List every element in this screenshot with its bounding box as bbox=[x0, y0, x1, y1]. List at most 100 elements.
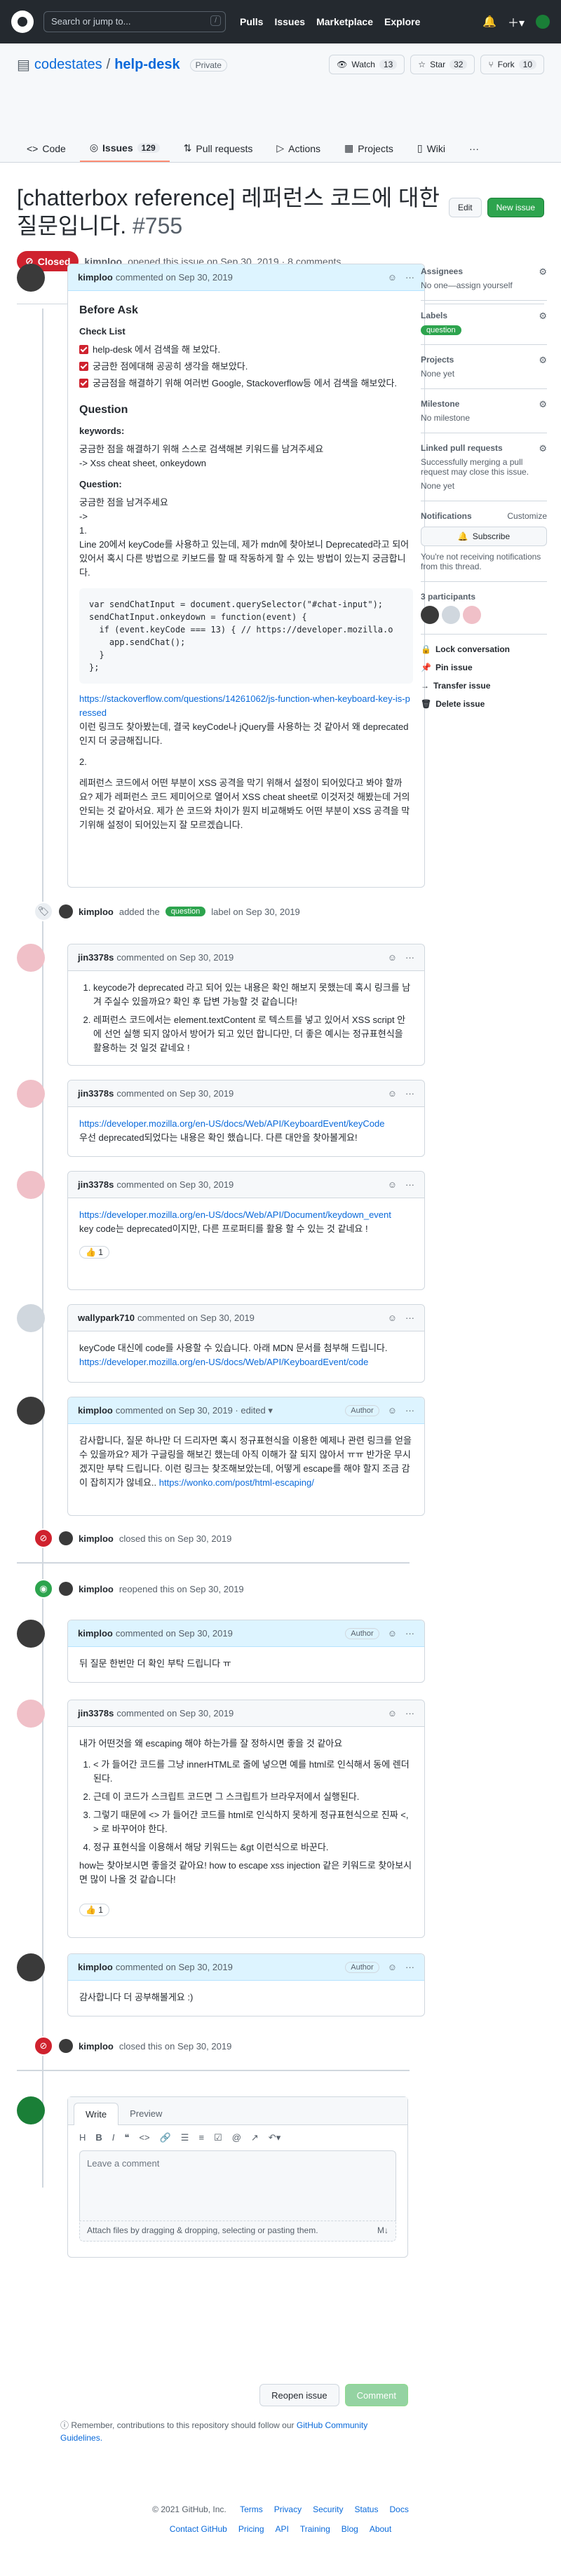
transfer-issue-action[interactable]: → Transfer issue bbox=[421, 681, 547, 691]
kebab-menu-icon[interactable]: ··· bbox=[405, 1405, 414, 1416]
smiley-icon[interactable]: ☺ bbox=[388, 272, 397, 283]
comment-textarea[interactable]: Leave a comment bbox=[79, 2150, 396, 2221]
search-input[interactable]: Search or jump to... / bbox=[43, 11, 226, 32]
checklist-item[interactable]: help-desk 에서 검색을 해 보았다. bbox=[79, 343, 413, 357]
footer-link[interactable]: Security bbox=[313, 2504, 343, 2514]
avatar[interactable] bbox=[17, 1397, 45, 1425]
avatar[interactable] bbox=[17, 1953, 45, 1981]
footer-link[interactable]: API bbox=[276, 2524, 289, 2534]
thumbs-up-reaction[interactable]: 👍 1 bbox=[79, 1904, 109, 1916]
bulleted-list-icon[interactable]: ☰ bbox=[181, 2132, 189, 2143]
participant-avatar[interactable] bbox=[442, 606, 460, 624]
smiley-icon[interactable]: ☺ bbox=[388, 1313, 397, 1323]
participant-avatar[interactable] bbox=[421, 606, 439, 624]
quote-icon[interactable]: ❝ bbox=[124, 2132, 129, 2143]
italic-icon[interactable]: I bbox=[112, 2132, 115, 2143]
avatar[interactable] bbox=[17, 1700, 45, 1728]
kebab-menu-icon[interactable]: ··· bbox=[405, 1313, 414, 1323]
mention-icon[interactable]: @ bbox=[232, 2132, 241, 2143]
footer-link[interactable]: About bbox=[370, 2524, 391, 2534]
task-list-icon[interactable]: ☑ bbox=[214, 2132, 222, 2143]
watch-button[interactable]: 👁 Watch 13 bbox=[329, 55, 405, 74]
subscribe-button[interactable]: 🔔 Subscribe bbox=[421, 527, 547, 546]
kebab-menu-icon[interactable]: ··· bbox=[405, 1179, 414, 1190]
avatar[interactable] bbox=[17, 264, 45, 292]
fork-button[interactable]: ⑂ Fork 10 bbox=[480, 55, 544, 74]
reopen-issue-button[interactable]: Reopen issue bbox=[259, 2384, 339, 2406]
smiley-icon[interactable]: ☺ bbox=[388, 1088, 397, 1099]
more-tabs-button[interactable]: ··· bbox=[459, 135, 489, 162]
kebab-menu-icon[interactable]: ··· bbox=[405, 1962, 414, 1972]
question-label[interactable]: question bbox=[165, 907, 206, 916]
checklist-item[interactable]: 궁금점을 해결하기 위해 여러번 Google, Stackoverflow등 … bbox=[79, 377, 413, 391]
comment-author[interactable]: kimploo bbox=[78, 272, 113, 283]
kebab-menu-icon[interactable]: ··· bbox=[405, 952, 414, 963]
tab-issues[interactable]: ◎ Issues 129 bbox=[79, 135, 170, 162]
mdn-keydown-link[interactable]: https://developer.mozilla.org/en-US/docs… bbox=[79, 1209, 391, 1220]
mdn-keycode-link[interactable]: https://developer.mozilla.org/en-US/docs… bbox=[79, 1118, 385, 1129]
edit-title-button[interactable]: Edit bbox=[448, 198, 482, 217]
tab-projects[interactable]: ▦ Projects bbox=[334, 135, 403, 162]
gear-icon[interactable]: ⚙ bbox=[539, 311, 547, 322]
heading-icon[interactable]: H bbox=[79, 2132, 86, 2143]
code-icon[interactable]: <> bbox=[139, 2132, 149, 2143]
tab-code[interactable]: <> Code bbox=[17, 135, 76, 162]
bell-icon[interactable]: 🔔 bbox=[482, 15, 496, 29]
comment-author[interactable]: kimploo bbox=[78, 1962, 113, 1972]
attach-files-area[interactable]: Attach files by dragging & dropping, sel… bbox=[79, 2221, 396, 2242]
assignees-value[interactable]: No one—assign yourself bbox=[421, 280, 547, 290]
smiley-icon[interactable]: ☺ bbox=[388, 1405, 397, 1416]
avatar[interactable] bbox=[17, 1620, 45, 1648]
footer-link[interactable]: Training bbox=[300, 2524, 330, 2534]
avatar[interactable] bbox=[17, 1304, 45, 1332]
lock-conversation-action[interactable]: 🔒 Lock conversation bbox=[421, 644, 547, 654]
tab-preview[interactable]: Preview bbox=[119, 2103, 173, 2124]
user-avatar[interactable] bbox=[536, 15, 550, 29]
mdn-code-link[interactable]: https://developer.mozilla.org/en-US/docs… bbox=[79, 1357, 368, 1367]
nav-issues[interactable]: Issues bbox=[274, 16, 305, 27]
comment-author[interactable]: jin3378s bbox=[78, 1708, 114, 1719]
smiley-icon[interactable]: ☺ bbox=[388, 1179, 397, 1190]
nav-explore[interactable]: Explore bbox=[384, 16, 420, 27]
new-issue-button[interactable]: New issue bbox=[487, 198, 544, 217]
reply-icon[interactable]: ↶▾ bbox=[269, 2132, 280, 2143]
tab-wiki[interactable]: ▯ Wiki bbox=[407, 135, 455, 162]
nav-marketplace[interactable]: Marketplace bbox=[316, 16, 373, 27]
bold-icon[interactable]: B bbox=[95, 2132, 102, 2143]
gear-icon[interactable]: ⚙ bbox=[539, 355, 547, 366]
checklist-item[interactable]: 궁금한 점에대해 공공히 생각을 해보았다. bbox=[79, 360, 413, 374]
tab-actions[interactable]: ▷ Actions bbox=[266, 135, 330, 162]
repo-owner-link[interactable]: codestates bbox=[34, 57, 102, 73]
star-button[interactable]: ☆ Star 32 bbox=[410, 55, 475, 74]
kebab-menu-icon[interactable]: ··· bbox=[405, 1088, 414, 1099]
nav-pulls[interactable]: Pulls bbox=[240, 16, 263, 27]
kebab-menu-icon[interactable]: ··· bbox=[405, 1628, 414, 1639]
question-label[interactable]: question bbox=[421, 325, 461, 335]
comment-author[interactable]: jin3378s bbox=[78, 1179, 114, 1190]
github-logo-icon[interactable] bbox=[11, 11, 34, 33]
footer-link[interactable]: Privacy bbox=[274, 2504, 302, 2514]
comment-author[interactable]: wallypark710 bbox=[78, 1313, 135, 1323]
footer-link[interactable]: Status bbox=[354, 2504, 378, 2514]
comment-author[interactable]: jin3378s bbox=[78, 1088, 114, 1099]
smiley-icon[interactable]: ☺ bbox=[388, 952, 397, 963]
customize-link[interactable]: Customize bbox=[507, 511, 547, 521]
footer-link[interactable]: Blog bbox=[342, 2524, 358, 2534]
kebab-menu-icon[interactable]: ··· bbox=[405, 272, 414, 283]
stackoverflow-link[interactable]: https://stackoverflow.com/questions/1426… bbox=[79, 693, 410, 718]
thumbs-up-reaction[interactable]: 👍 1 bbox=[79, 1246, 109, 1259]
smiley-icon[interactable]: ☺ bbox=[388, 1962, 397, 1972]
link-icon[interactable]: 🔗 bbox=[160, 2132, 171, 2143]
gear-icon[interactable]: ⚙ bbox=[539, 266, 547, 278]
avatar[interactable] bbox=[17, 2096, 45, 2124]
avatar[interactable] bbox=[17, 1171, 45, 1199]
reference-icon[interactable]: ↗ bbox=[251, 2132, 259, 2143]
numbered-list-icon[interactable]: ≡ bbox=[198, 2132, 204, 2143]
pin-issue-action[interactable]: 📌 Pin issue bbox=[421, 663, 547, 672]
avatar[interactable] bbox=[17, 944, 45, 972]
avatar[interactable] bbox=[17, 1080, 45, 1108]
smiley-icon[interactable]: ☺ bbox=[388, 1708, 397, 1719]
smiley-icon[interactable]: ☺ bbox=[388, 1628, 397, 1639]
footer-link[interactable]: Contact GitHub bbox=[170, 2524, 227, 2534]
footer-link[interactable]: Pricing bbox=[238, 2524, 264, 2534]
